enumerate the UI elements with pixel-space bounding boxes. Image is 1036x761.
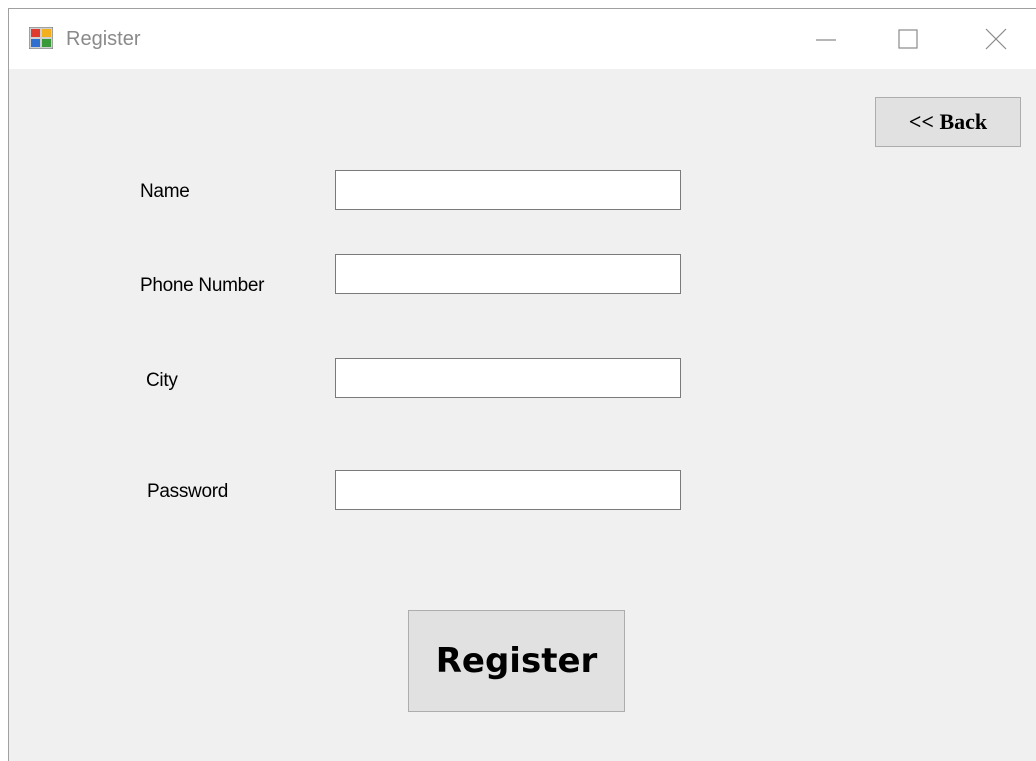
title-bar[interactable]: Register — [9, 9, 1036, 69]
window-title: Register — [66, 28, 141, 50]
maximize-icon — [898, 29, 918, 49]
phone-number-input[interactable] — [335, 254, 681, 294]
password-input[interactable] — [335, 470, 681, 510]
city-input[interactable] — [335, 358, 681, 398]
phone-number-label: Phone Number — [140, 275, 265, 296]
form-app-icon — [28, 26, 54, 50]
name-label: Name — [140, 181, 190, 202]
name-input[interactable] — [335, 170, 681, 210]
register-button[interactable]: Register — [408, 610, 625, 712]
password-label: Password — [147, 481, 229, 502]
minimize-button[interactable] — [794, 9, 858, 69]
minimize-icon — [816, 39, 836, 41]
maximize-button[interactable] — [876, 9, 940, 69]
city-label: City — [146, 370, 178, 391]
register-window: Register << Back Name Phone Number City … — [8, 8, 1036, 761]
back-button[interactable]: << Back — [875, 97, 1021, 147]
close-icon — [985, 28, 1007, 50]
close-button[interactable] — [964, 9, 1028, 69]
